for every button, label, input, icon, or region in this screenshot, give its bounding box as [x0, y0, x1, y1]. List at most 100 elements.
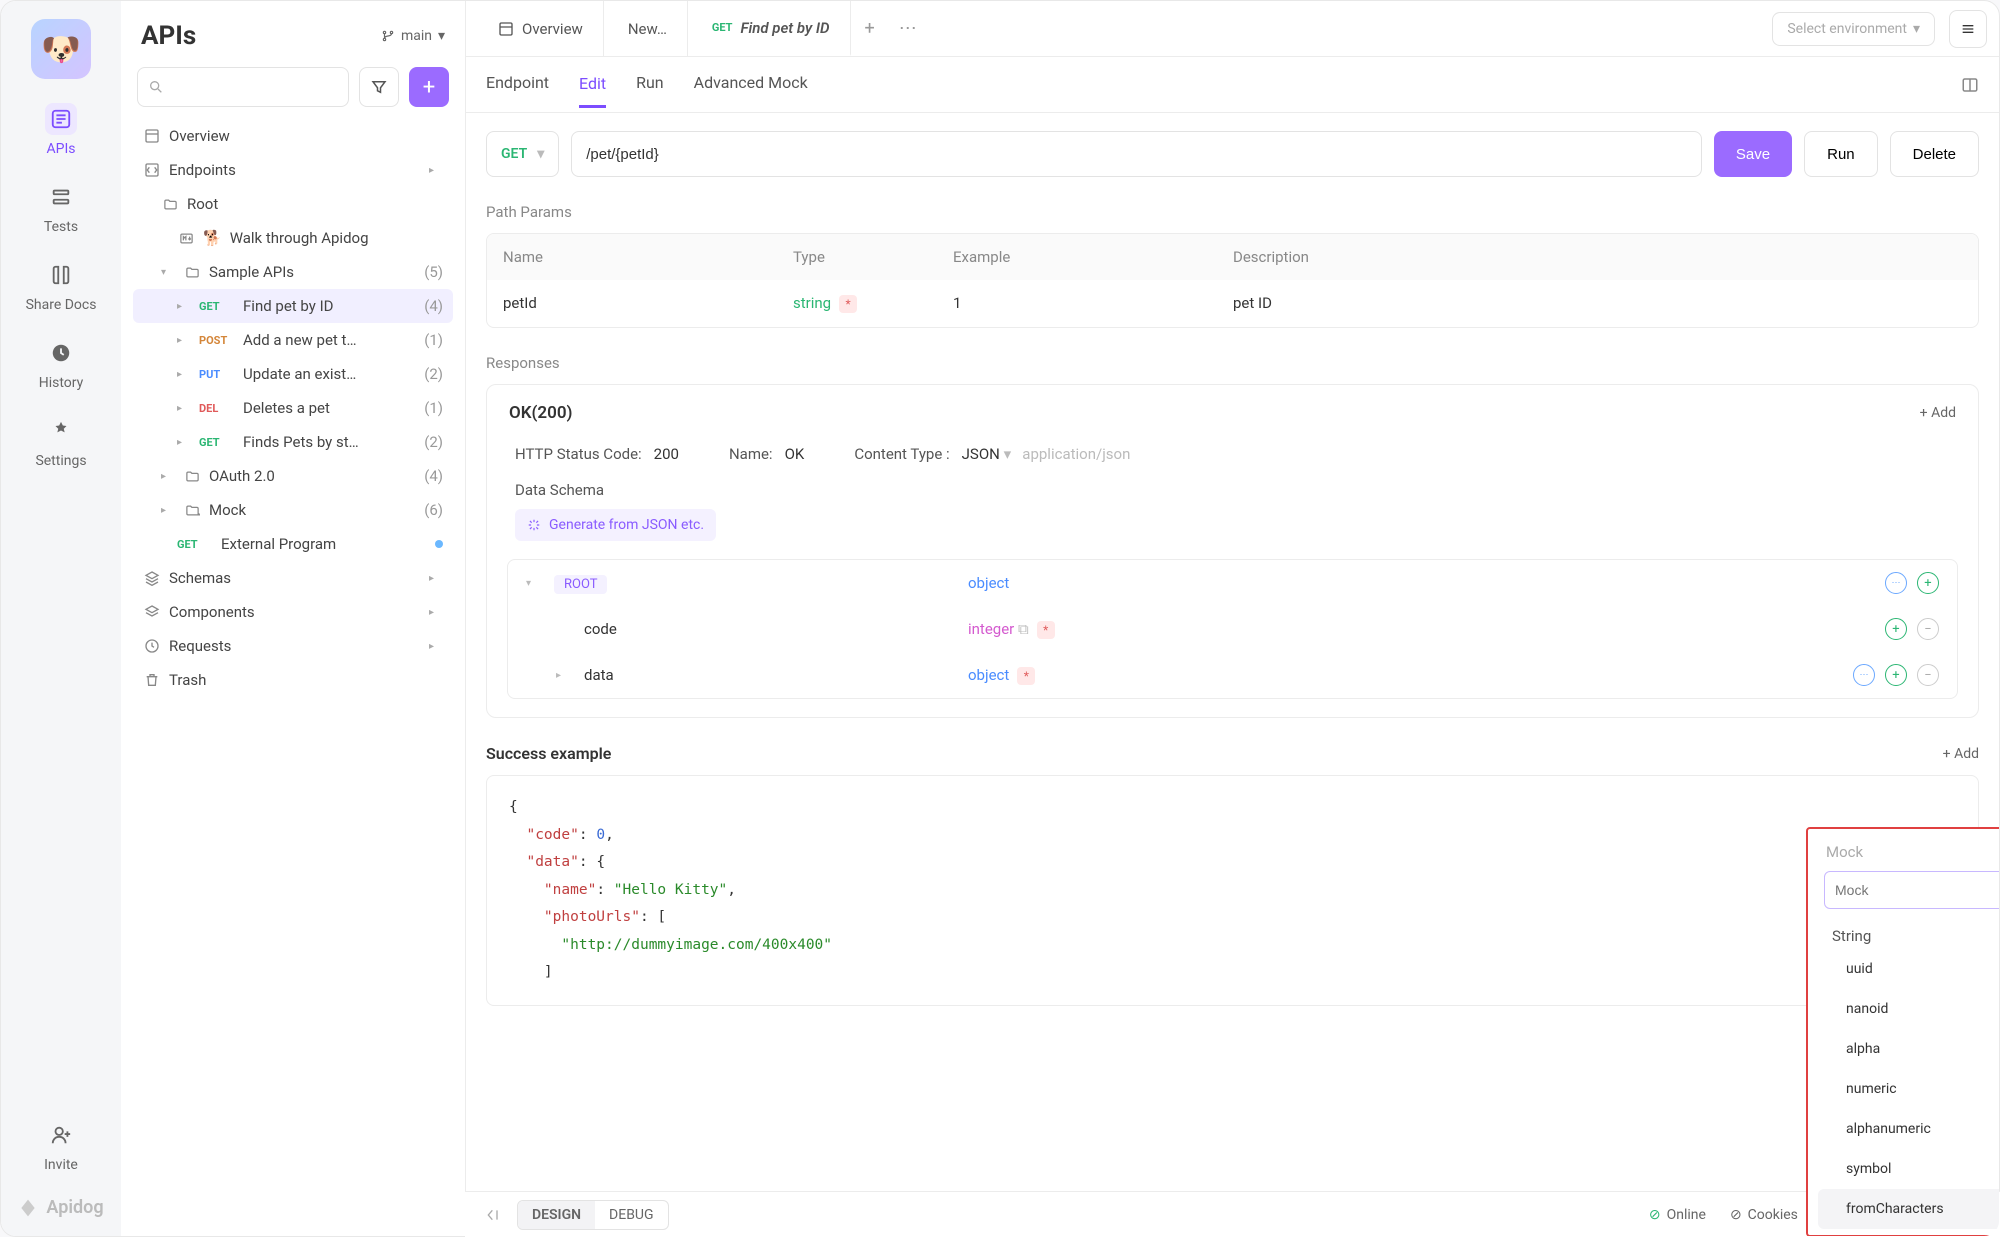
mock-dropdown-popup: Mock Description status code String uuid…	[1806, 827, 1999, 1236]
remove-icon[interactable]: −	[1917, 618, 1939, 640]
sub-tab-bar: Endpoint Edit Run Advanced Mock	[466, 57, 1999, 113]
menu-button[interactable]	[1949, 10, 1987, 48]
chevron-right-icon: ▸	[429, 607, 443, 618]
more-tabs-button[interactable]: ⋯	[889, 18, 927, 39]
brand-footer: Apidog	[18, 1197, 103, 1218]
mock-item-alphanumeric[interactable]: alphanumericⓘ	[1818, 1109, 1999, 1149]
mock-item-numeric[interactable]: numericⓘ	[1818, 1069, 1999, 1109]
add-response-button[interactable]: + Add	[1920, 405, 1956, 421]
mode-segment[interactable]: DESIGN DEBUG	[517, 1200, 669, 1230]
tree-root[interactable]: Root	[133, 187, 453, 221]
tests-icon	[45, 181, 77, 213]
subtab-endpoint[interactable]: Endpoint	[486, 73, 549, 96]
rail-item-sharedocs[interactable]: Share Docs	[26, 259, 97, 313]
overview-icon	[143, 128, 161, 144]
mock-item-uuid[interactable]: uuidⓘ	[1818, 949, 1999, 989]
cookies-button[interactable]: ⊘Cookies	[1730, 1207, 1798, 1223]
tab-new[interactable]: New…	[608, 1, 688, 56]
api-tree: Overview Endpoints ▸ Root 🐕 Walk through…	[133, 119, 453, 1236]
tree-oauth[interactable]: ▸ OAuth 2.0 (4)	[133, 459, 453, 493]
tab-overview[interactable]: Overview	[478, 1, 604, 56]
search-input[interactable]	[137, 67, 349, 107]
settings-icon	[45, 415, 77, 447]
mode-design[interactable]: DESIGN	[518, 1201, 595, 1229]
generate-button[interactable]: Generate from JSON etc.	[515, 509, 716, 541]
mock-item-alpha[interactable]: alphaⓘ	[1818, 1029, 1999, 1069]
responses-title: Responses	[486, 354, 1979, 372]
branch-icon	[381, 29, 395, 43]
folder-icon	[183, 265, 201, 280]
add-tab-button[interactable]: +	[855, 18, 885, 39]
add-button[interactable]: +	[409, 67, 449, 107]
schema-code[interactable]: code integer ⧉* + −	[508, 606, 1957, 652]
add-icon[interactable]: +	[1885, 618, 1907, 640]
schema-data[interactable]: ▸ data object* ⋯ + −	[508, 652, 1957, 698]
trash-icon	[143, 672, 161, 688]
tree-components[interactable]: Components ▸	[133, 595, 453, 629]
sparkle-icon	[527, 518, 541, 532]
chevron-right-icon: ▸	[429, 165, 443, 176]
subtab-edit[interactable]: Edit	[579, 74, 606, 108]
save-button[interactable]: Save	[1714, 131, 1792, 177]
collapse-sidebar-button[interactable]	[485, 1207, 501, 1223]
rail-item-history[interactable]: History	[39, 337, 84, 391]
add-icon[interactable]: +	[1885, 664, 1907, 686]
tree-add-pet[interactable]: ▸ POST Add a new pet t… (1)	[133, 323, 453, 357]
add-icon[interactable]: +	[1917, 572, 1939, 594]
rail-item-tests[interactable]: Tests	[44, 181, 78, 235]
url-input[interactable]	[571, 131, 1702, 177]
tree-delete-pet[interactable]: ▸ DEL Deletes a pet (1)	[133, 391, 453, 425]
rail-label: Settings	[35, 453, 86, 469]
add-example-button[interactable]: + Add	[1943, 746, 1979, 762]
mock-input[interactable]	[1824, 871, 1999, 909]
branch-selector[interactable]: main ▾	[381, 28, 445, 44]
chevron-down-icon: ▾	[526, 578, 540, 589]
mock-item-symbol[interactable]: symbolⓘ	[1818, 1149, 1999, 1189]
chevron-down-icon: ▾	[537, 146, 544, 162]
subtab-run[interactable]: Run	[636, 73, 664, 96]
rail-label: Share Docs	[26, 297, 97, 313]
subtab-advanced-mock[interactable]: Advanced Mock	[694, 73, 808, 96]
online-status[interactable]: ⊘Online	[1649, 1207, 1706, 1223]
tree-trash[interactable]: Trash	[133, 663, 453, 697]
workspace-avatar[interactable]: 🐶	[31, 19, 91, 79]
tree-walkthrough[interactable]: 🐕 Walk through Apidog	[133, 221, 453, 255]
tree-find-by-status[interactable]: ▸ GET Finds Pets by st… (2)	[133, 425, 453, 459]
schema-root[interactable]: ▾ ROOT object ⋯ +	[508, 560, 1957, 606]
chevron-down-icon: ▾	[438, 28, 445, 44]
more-icon[interactable]: ⋯	[1853, 664, 1875, 686]
param-row[interactable]: petId string* 1 pet ID	[487, 280, 1978, 327]
delete-button[interactable]: Delete	[1890, 131, 1979, 177]
rail-item-settings[interactable]: Settings	[35, 415, 86, 469]
tree-external-program[interactable]: GET External Program	[133, 527, 453, 561]
tree-overview[interactable]: Overview	[133, 119, 453, 153]
tree-endpoints[interactable]: Endpoints ▸	[133, 153, 453, 187]
mock-item-fromcharacters[interactable]: fromCharactersⓘ	[1818, 1189, 1999, 1229]
response-box: OK(200) + Add HTTP Status Code:200 Name:…	[486, 384, 1979, 718]
col-name: Name	[487, 234, 777, 280]
tree-mock[interactable]: ▸ Mock (6)	[133, 493, 453, 527]
remove-icon[interactable]: −	[1917, 664, 1939, 686]
path-params-title: Path Params	[486, 203, 1979, 221]
tree-update-pet[interactable]: ▸ PUT Update an exist… (2)	[133, 357, 453, 391]
tree-sample-apis[interactable]: ▾ Sample APIs (5)	[133, 255, 453, 289]
run-button[interactable]: Run	[1804, 131, 1878, 177]
filter-button[interactable]	[359, 67, 399, 107]
tab-bar: Overview New… GET Find pet by ID + ⋯ Sel…	[466, 1, 1999, 57]
environment-selector[interactable]: Select environment ▾	[1772, 12, 1935, 46]
response-status: OK(200)	[509, 403, 573, 423]
required-badge: *	[1037, 621, 1055, 639]
components-icon	[143, 604, 161, 620]
tree-find-pet[interactable]: ▸ GET Find pet by ID (4)	[133, 289, 453, 323]
tree-requests[interactable]: Requests ▸	[133, 629, 453, 663]
method-selector[interactable]: GET ▾	[486, 131, 559, 177]
more-icon[interactable]: ⋯	[1885, 572, 1907, 594]
tree-schemas[interactable]: Schemas ▸	[133, 561, 453, 595]
mock-item-nanoid[interactable]: nanoidⓘ	[1818, 989, 1999, 1029]
rail-item-invite[interactable]: Invite	[44, 1119, 78, 1173]
layout-toggle[interactable]	[1961, 76, 1979, 94]
mode-debug[interactable]: DEBUG	[595, 1201, 667, 1229]
rail-item-apis[interactable]: APIs	[45, 103, 77, 157]
chevron-right-icon: ▸	[177, 369, 191, 380]
tab-find-pet[interactable]: GET Find pet by ID	[692, 1, 851, 56]
